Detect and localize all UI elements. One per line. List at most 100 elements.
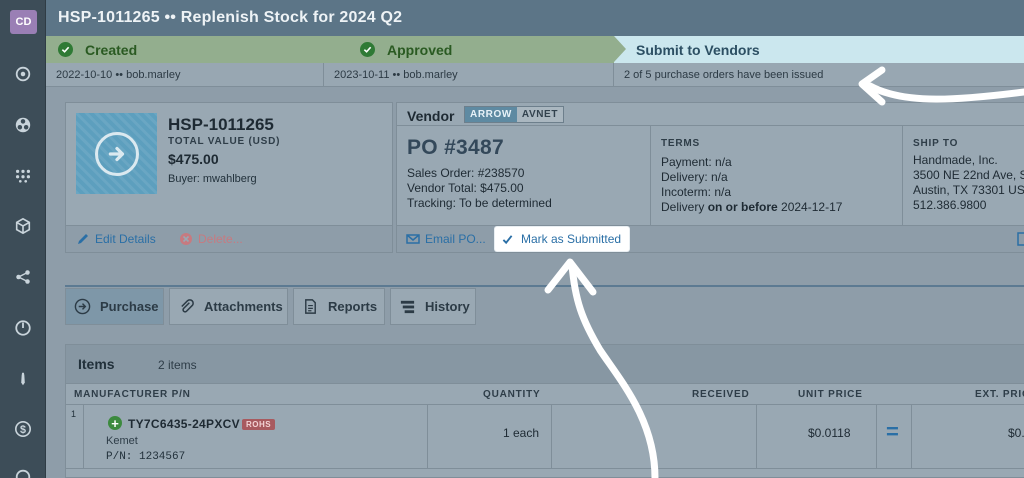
edit-details-button[interactable]: Edit Details (76, 232, 156, 246)
quantity[interactable]: 1 each (503, 426, 539, 440)
share-nodes-icon[interactable] (12, 266, 34, 288)
history-icon (400, 300, 415, 314)
po-details: PO #3487 Sales Order: #238570 Vendor Tot… (397, 126, 651, 227)
more-icon[interactable] (12, 466, 34, 478)
page-title: HSP-1011265 •• Replenish Stock for 2024 … (58, 9, 403, 26)
step-created[interactable]: Created (46, 36, 336, 63)
po-number: PO #3487 (407, 136, 504, 159)
add-circle-icon[interactable]: + (108, 416, 122, 430)
tracking: Tracking: To be determined (407, 196, 552, 210)
vendor-card: Vendor ARROW AVNET PO #3487 Sales Order:… (396, 102, 1024, 253)
tab-reports[interactable]: Reports (293, 288, 385, 325)
mark-as-submitted-button[interactable]: Mark as Submitted (495, 227, 629, 251)
delete-label: Delete... (198, 232, 243, 246)
table-row[interactable]: 1 + TY7C6435-24PXCV ROHS Kemet P/N: 1234… (66, 405, 1024, 469)
workflow-substeps: 2022-10-10 •• bob.marley 2023-10-11 •• b… (46, 63, 1024, 87)
column-divider (756, 405, 757, 469)
summary-actions: Edit Details Delete... (66, 225, 392, 252)
email-po-button[interactable]: Email PO... (406, 232, 486, 246)
vendor-label: Vendor (407, 108, 455, 124)
manufacturer: Kemet (106, 435, 138, 447)
vendor-total: Vendor Total: $475.00 (407, 181, 524, 195)
ship-to-heading: SHIP TO (913, 138, 959, 149)
vendor-tabs: ARROW AVNET (464, 106, 565, 123)
step-divider (336, 36, 348, 62)
tab-label: Reports (328, 299, 378, 314)
tab-history[interactable]: History (390, 288, 476, 325)
manufacturer-part-number[interactable]: TY7C6435-24PXCV (128, 417, 240, 431)
tab-label: Purchase (100, 299, 159, 314)
workflow-steps: Created Approved Submit to Vendors (46, 36, 1024, 63)
delete-button[interactable]: Delete... (179, 232, 243, 246)
pencil-icon (78, 234, 88, 244)
dots-grid-icon[interactable] (12, 164, 34, 186)
step-approved[interactable]: Approved (336, 36, 626, 63)
step-submit-to-vendors[interactable]: Submit to Vendors (614, 36, 1024, 63)
column-header[interactable]: MANUFACTURER P/N (74, 389, 191, 400)
payment-terms: Payment: n/a (661, 155, 732, 169)
tie-icon[interactable] (12, 368, 34, 390)
items-title: Items (78, 356, 115, 372)
row-number: 1 (66, 405, 84, 469)
column-header[interactable]: QUANTITY (483, 389, 541, 400)
ship-to: SHIP TO Handmade, Inc. 3500 NE 22nd Ave,… (903, 126, 1024, 227)
vendor-tab-avnet[interactable]: AVNET (516, 107, 564, 122)
delivery-terms: Delivery: n/a (661, 170, 728, 184)
column-divider (551, 405, 552, 469)
tab-purchase[interactable]: Purchase (65, 288, 164, 325)
column-divider (427, 405, 428, 469)
ship-to-name: Handmade, Inc. (913, 153, 998, 167)
step-divider (614, 36, 626, 62)
biohazard-icon[interactable] (12, 114, 34, 136)
items-count: 2 items (158, 358, 197, 372)
cancel-circle-icon (180, 233, 192, 245)
ship-to-street: 3500 NE 22nd Ave, S (913, 168, 1024, 182)
avatar[interactable]: CD (10, 10, 37, 34)
paperclip-icon (181, 299, 194, 313)
column-header[interactable]: RECEIVED (692, 389, 750, 400)
tab-attachments[interactable]: Attachments (169, 288, 288, 325)
ship-to-phone: 512.386.9800 (913, 198, 987, 212)
step-label: Created (85, 41, 138, 58)
gauge-icon[interactable] (12, 317, 34, 339)
document-icon (305, 299, 316, 314)
mark-as-submitted-label: Mark as Submitted (521, 232, 622, 246)
order-summary-card: HSP-1011265 TOTAL VALUE (USD) $475.00 Bu… (65, 102, 393, 253)
terms: TERMS Payment: n/a Delivery: n/a Incoter… (651, 126, 903, 227)
items-panel: Items 2 items MANUFACTURER P/N QUANTITY … (65, 344, 1024, 478)
dollar-circle-icon[interactable]: $ (12, 418, 34, 440)
svg-text:$: $ (20, 424, 26, 436)
delivery-date-prefix: Delivery (661, 200, 708, 214)
page-header: HSP-1011265 •• Replenish Stock for 2024 … (46, 0, 1024, 36)
vendor-header: Vendor ARROW AVNET (397, 103, 1024, 126)
delivery-date: Delivery on or before 2024-12-17 (661, 200, 842, 214)
sales-order: Sales Order: #238570 (407, 166, 525, 180)
arrow-circle-icon (74, 298, 91, 315)
arrow-right-icon (94, 131, 139, 176)
terms-heading: TERMS (661, 138, 700, 149)
checkmark-icon (502, 234, 513, 244)
email-po-label: Email PO... (425, 232, 486, 246)
column-header[interactable]: UNIT PRICE (798, 389, 863, 400)
column-divider (911, 405, 912, 469)
tab-label: Attachments (204, 299, 283, 314)
ship-to-city: Austin, TX 73301 US (913, 183, 1024, 197)
check-circle-icon (58, 42, 73, 57)
orbit-icon[interactable] (12, 63, 34, 85)
total-value: $475.00 (168, 151, 219, 167)
edit-details-label: Edit Details (95, 232, 156, 246)
delivery-date-value: 2024-12-17 (777, 200, 843, 214)
column-header[interactable]: EXT. PRIC (975, 389, 1024, 400)
delivery-date-qualifier: on or before (707, 200, 778, 214)
envelope-icon (406, 234, 420, 244)
column-divider (876, 405, 877, 469)
unit-price[interactable]: $0.0118 (808, 426, 851, 440)
buyer: Buyer: mwahlberg (168, 173, 257, 185)
step-created-meta: 2022-10-10 •• bob.marley (46, 63, 324, 87)
cube-icon[interactable] (12, 215, 34, 237)
vendor-actions: Email PO... Mark as Submitted (397, 225, 1024, 252)
list-icon[interactable] (1017, 232, 1024, 249)
vendor-tab-arrow[interactable]: ARROW (465, 107, 517, 122)
items-table-header: MANUFACTURER P/N QUANTITY RECEIVED UNIT … (66, 383, 1024, 405)
app-sidebar: CD $ (0, 0, 46, 478)
